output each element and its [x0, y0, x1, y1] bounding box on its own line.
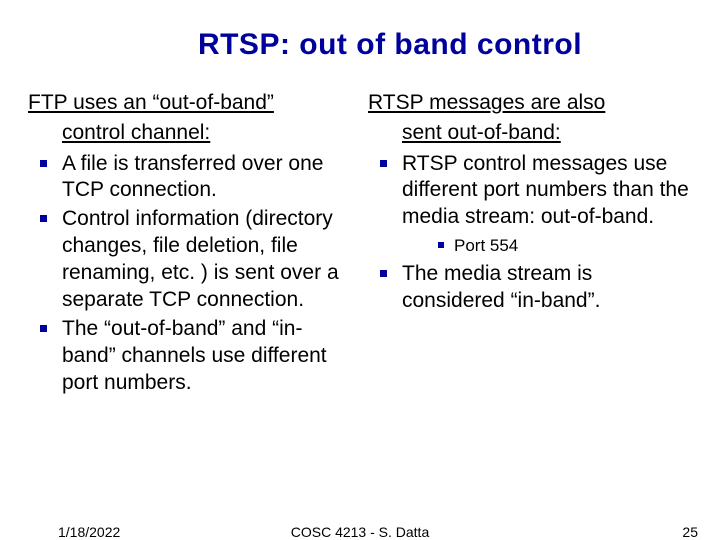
content-columns: FTP uses an “out-of-band” control channe…	[28, 90, 692, 398]
list-item: Control information (directory changes, …	[28, 206, 352, 314]
list-item: RTSP control messages use different port…	[368, 151, 692, 258]
right-bullets: RTSP control messages use different port…	[368, 151, 692, 315]
right-column: RTSP messages are also sent out-of-band:…	[368, 90, 692, 398]
sub-bullets: Port 554	[432, 235, 692, 257]
list-item: The media stream is considered “in-band”…	[368, 261, 692, 315]
sub-list-item: Port 554	[432, 235, 692, 257]
slide: RTSP: out of band control FTP uses an “o…	[0, 0, 720, 540]
bullet-text: RTSP control messages use different port…	[402, 152, 689, 229]
page-number: 25	[682, 524, 698, 540]
list-item: A file is transferred over one TCP conne…	[28, 151, 352, 205]
left-lead-line1: FTP uses an “out-of-band”	[28, 90, 352, 116]
left-bullets: A file is transferred over one TCP conne…	[28, 151, 352, 397]
slide-title: RTSP: out of band control	[88, 28, 692, 62]
right-lead-line1: RTSP messages are also	[368, 90, 692, 116]
left-lead-line2: control channel:	[28, 120, 352, 146]
right-lead-line2: sent out-of-band:	[368, 120, 692, 146]
left-column: FTP uses an “out-of-band” control channe…	[28, 90, 352, 398]
footer-center: COSC 4213 - S. Datta	[0, 524, 720, 540]
list-item: The “out-of-band” and “in-band” channels…	[28, 316, 352, 397]
